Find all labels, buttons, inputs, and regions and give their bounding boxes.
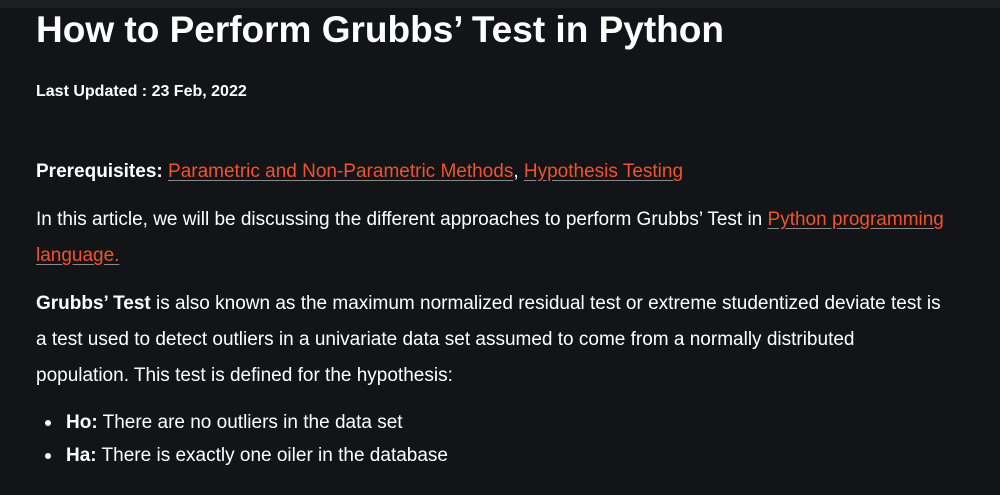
list-item-null-hypothesis: Ho: There are no outliers in the data se… xyxy=(36,406,448,439)
grubbs-definition-paragraph: Grubbs’ Test is also known as the maximu… xyxy=(36,286,941,394)
intro-paragraph: In this article, we will be discussing t… xyxy=(36,202,956,274)
link-parametric-methods[interactable]: Parametric and Non-Parametric Methods xyxy=(168,161,513,182)
last-updated: Last Updated : 23 Feb, 2022 xyxy=(36,83,247,100)
list-item-alternative-hypothesis: Ha: There is exactly one oiler in the da… xyxy=(36,439,448,472)
prerequisites-separator: , xyxy=(513,161,524,182)
intro-text: In this article, we will be discussing t… xyxy=(36,209,768,230)
link-hypothesis-testing[interactable]: Hypothesis Testing xyxy=(524,161,683,182)
hypothesis-text: There is exactly one oiler in the databa… xyxy=(96,445,448,466)
hypothesis-list: Ho: There are no outliers in the data se… xyxy=(36,406,448,472)
bullet-icon xyxy=(45,420,51,426)
hypothesis-label: Ha: xyxy=(66,445,97,466)
prerequisites: Prerequisites: Parametric and Non-Parame… xyxy=(36,154,683,190)
bullet-icon xyxy=(45,453,51,459)
grubbs-term: Grubbs’ Test xyxy=(36,293,151,314)
article-title: How to Perform Grubbs’ Test in Python xyxy=(36,9,724,50)
prerequisites-label: Prerequisites: xyxy=(36,161,163,182)
hypothesis-text: There are no outliers in the data set xyxy=(97,412,403,433)
hypothesis-label: Ho: xyxy=(66,412,98,433)
grubbs-definition-text: is also known as the maximum normalized … xyxy=(36,293,941,386)
